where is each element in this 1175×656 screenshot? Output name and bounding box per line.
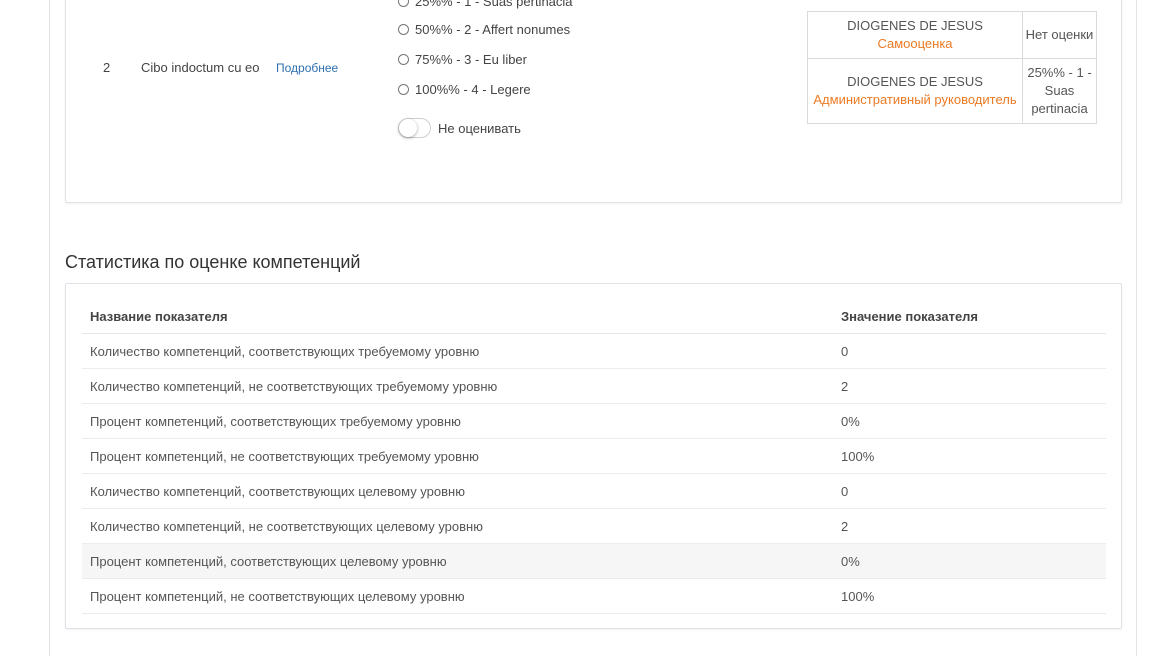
indicator-name: Процент компетенций, не соответствующих … xyxy=(82,438,833,474)
indicator-value: 2 xyxy=(833,368,1106,404)
table-row-hovered: Процент компетенций, соответствующих цел… xyxy=(82,543,1106,579)
assessor-cell: DIOGENES DE JESUS Административный руков… xyxy=(807,58,1023,124)
toggle-knob xyxy=(399,119,417,137)
assessor-cell: DIOGENES DE JESUS Самооценка xyxy=(807,11,1023,59)
stats-card: Название показателя Значение показателя … xyxy=(65,283,1122,629)
table-row: Процент компетенций, не соответствующих … xyxy=(82,578,1106,614)
assessment-row: DIOGENES DE JESUS Административный руков… xyxy=(807,58,1097,124)
indicator-value: 0% xyxy=(833,543,1106,579)
indicator-value: 0 xyxy=(833,473,1106,509)
assessment-row: DIOGENES DE JESUS Самооценка Нет оценки xyxy=(807,11,1097,59)
indicator-name: Количество компетенций, соответствующих … xyxy=(82,473,833,509)
assessment-value: 25%% - 1 - Suas pertinacia xyxy=(1022,58,1097,124)
competency-name: Cibo indoctum cu eo xyxy=(141,60,260,75)
indicator-value: 100% xyxy=(833,578,1106,614)
radio-icon[interactable] xyxy=(398,24,409,35)
rating-option-4[interactable]: 100%% - 4 - Legere xyxy=(398,82,531,97)
table-row: Процент компетенций, не соответствующих … xyxy=(82,438,1106,474)
skip-rating-toggle[interactable] xyxy=(398,118,431,138)
skip-rating-label: Не оценивать xyxy=(438,120,521,136)
assessment-table: DIOGENES DE JESUS Самооценка Нет оценки … xyxy=(807,11,1097,124)
indicator-value: 100% xyxy=(833,438,1106,474)
assessor-role: Самооценка xyxy=(877,36,953,51)
rating-option-1[interactable]: 25%% - 1 - Suas pertinacia xyxy=(398,0,573,9)
indicator-name: Количество компетенций, не соответствующ… xyxy=(82,508,833,544)
rating-option-label: 75%% - 3 - Eu liber xyxy=(415,52,527,67)
table-row: Количество компетенций, соответствующих … xyxy=(82,333,1106,369)
indicator-name: Количество компетенций, соответствующих … xyxy=(82,333,833,369)
indicator-value: 0% xyxy=(833,403,1106,439)
competency-details-link[interactable]: Подробнее xyxy=(276,61,338,75)
rating-option-2[interactable]: 50%% - 2 - Affert nonumes xyxy=(398,22,570,37)
indicator-value: 0 xyxy=(833,333,1106,369)
rating-option-3[interactable]: 75%% - 3 - Eu liber xyxy=(398,52,527,67)
column-header-name: Название показателя xyxy=(82,299,833,334)
rating-option-label: 50%% - 2 - Affert nonumes xyxy=(415,22,571,37)
indicator-name: Количество компетенций, не соответствующ… xyxy=(82,368,833,404)
skip-rating-toggle-row[interactable]: Не оценивать xyxy=(398,118,521,138)
stats-table: Название показателя Значение показателя … xyxy=(82,299,1106,614)
competency-number: 2 xyxy=(103,60,111,75)
indicator-name: Процент компетенций, не соответствующих … xyxy=(82,578,833,614)
indicator-name: Процент компетенций, соответствующих цел… xyxy=(82,543,833,579)
rating-option-label: 100%% - 4 - Legere xyxy=(415,82,531,97)
indicator-value: 2 xyxy=(833,508,1106,544)
radio-icon[interactable] xyxy=(398,54,409,65)
indicator-name: Процент компетенций, соответствующих тре… xyxy=(82,403,833,439)
content-frame-left-border xyxy=(49,0,50,656)
assessor-name: DIOGENES DE JESUS xyxy=(847,74,983,89)
assessment-value: Нет оценки xyxy=(1022,11,1097,59)
radio-icon[interactable] xyxy=(398,0,409,7)
column-header-value: Значение показателя xyxy=(833,299,1106,334)
assessor-name: DIOGENES DE JESUS xyxy=(847,18,983,33)
table-row: Количество компетенций, не соответствующ… xyxy=(82,368,1106,404)
table-row: Количество компетенций, не соответствующ… xyxy=(82,508,1106,544)
radio-icon[interactable] xyxy=(398,84,409,95)
stats-header-row: Название показателя Значение показателя xyxy=(82,299,1106,334)
stats-section-title: Статистика по оценке компетенций xyxy=(65,252,361,272)
table-row: Количество компетенций, соответствующих … xyxy=(82,473,1106,509)
rating-option-label: 25%% - 1 - Suas pertinacia xyxy=(415,0,573,9)
assessor-role: Административный руководитель xyxy=(813,92,1017,107)
table-row: Процент компетенций, соответствующих тре… xyxy=(82,403,1106,439)
content-frame-right-border xyxy=(1136,0,1137,656)
